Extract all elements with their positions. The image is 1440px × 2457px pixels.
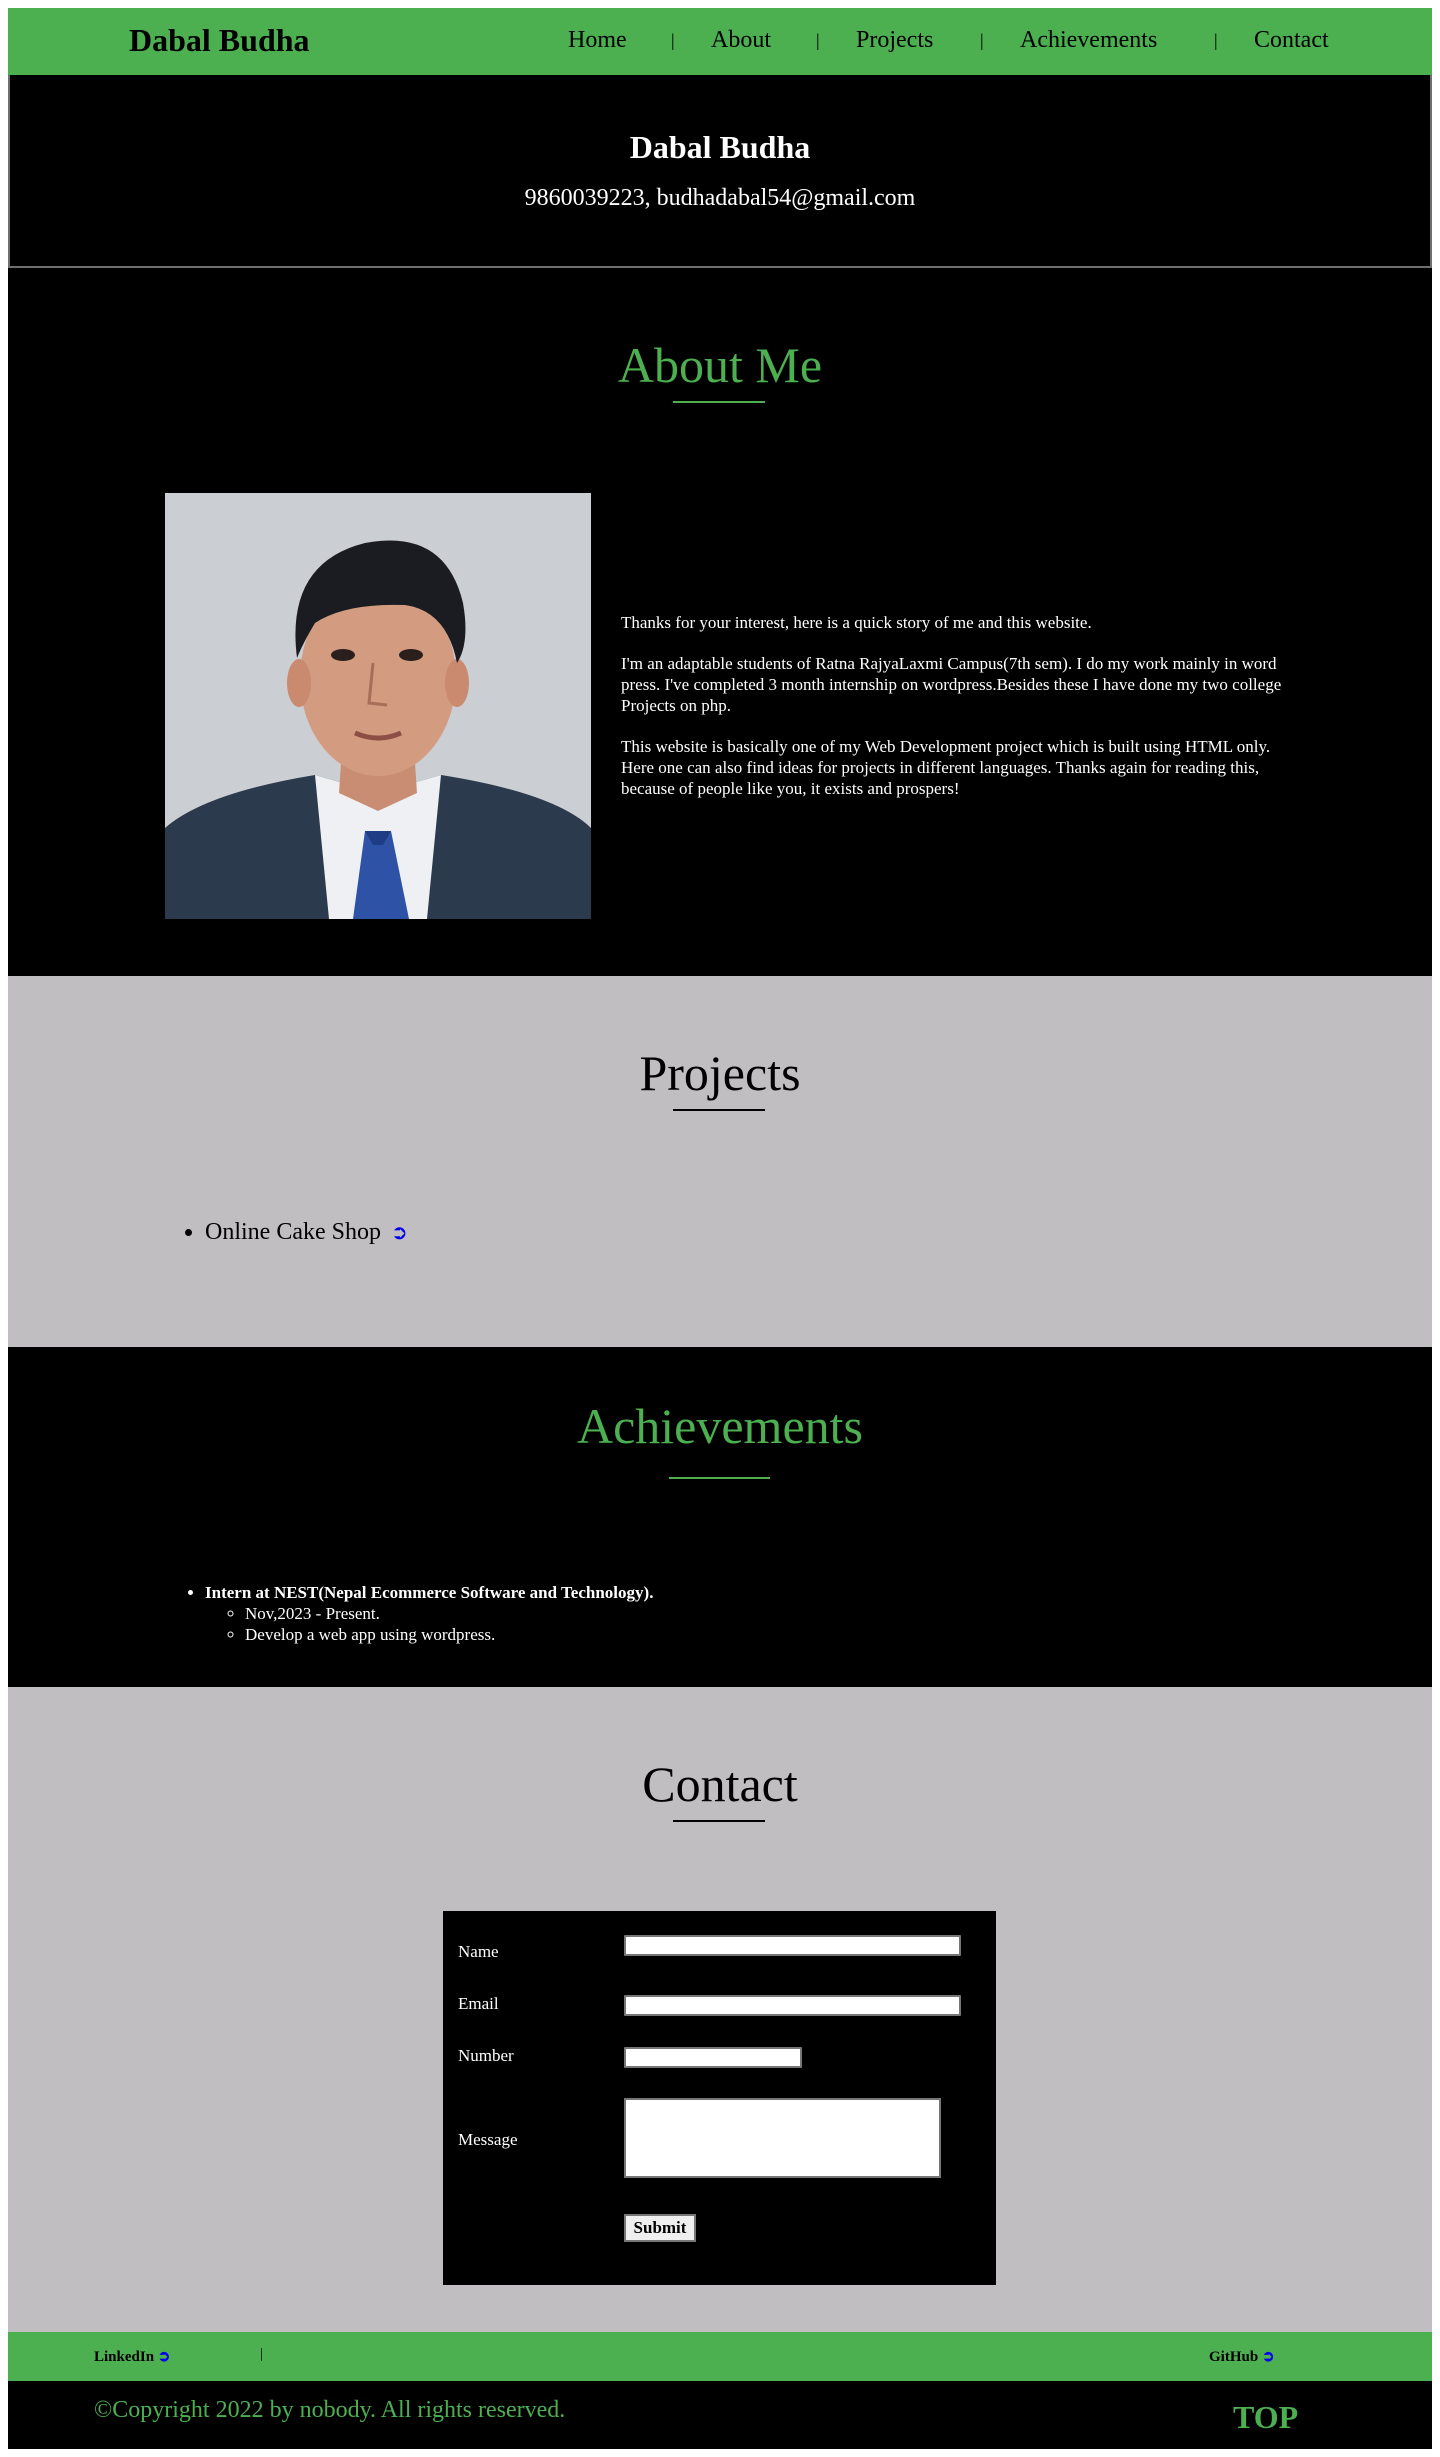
footer-separator: |	[260, 2346, 264, 2362]
about-title-underline	[673, 401, 765, 403]
nav-separator: |	[980, 30, 984, 50]
nav-link-contact[interactable]: Contact	[1254, 27, 1329, 54]
project-label: Online Cake Shop	[205, 1219, 381, 1245]
list-item: Develop a web app using wordpress.	[245, 1624, 653, 1645]
contact-section: Contact Name Email Number Message Submit	[8, 1687, 1432, 2332]
back-to-top-link[interactable]: TOP	[1233, 2399, 1298, 2436]
about-section: About Me Thanks for your interest, here …	[8, 268, 1432, 976]
profile-photo	[165, 493, 591, 919]
nav-separator: |	[1214, 30, 1218, 50]
footer-copyright-bar: ©Copyright 2022 by nobody. All rights re…	[8, 2381, 1432, 2449]
achievement-label: Intern at NEST(Nepal Ecommerce Software …	[205, 1583, 654, 1602]
nav-link-about[interactable]: About	[711, 27, 771, 54]
page: Dabal Budha Home | About | Projects | Ac…	[8, 8, 1432, 2449]
name-label: Name	[458, 1942, 499, 1961]
list-item: Online Cake Shop ➲	[205, 1219, 408, 1246]
about-paragraph: I'm an adaptable students of Ratna Rajya…	[621, 654, 1282, 715]
github-link[interactable]: GitHub ➲	[1209, 2347, 1275, 2366]
external-link-icon[interactable]: ➲	[158, 2349, 171, 2365]
external-link-icon[interactable]: ➲	[391, 1222, 408, 1244]
about-title: About Me	[617, 337, 823, 393]
message-label: Message	[458, 2130, 518, 2149]
projects-section: Projects Online Cake Shop ➲	[8, 976, 1432, 1347]
nav-link-achievements[interactable]: Achievements	[1020, 27, 1157, 54]
contact-form: Name Email Number Message Submit	[443, 1911, 996, 2285]
github-label[interactable]: GitHub	[1209, 2349, 1258, 2365]
profile-name: Dabal Budha	[629, 129, 811, 165]
achievement-details: Nov,2023 - Present. Develop a web app us…	[205, 1603, 653, 1645]
name-field[interactable]	[624, 1935, 961, 1956]
contact-title: Contact	[642, 1756, 798, 1812]
profile-contact: 9860039223, budhadabal54@gmail.com	[524, 185, 916, 211]
email-label: Email	[458, 1994, 499, 2013]
about-paragraph: This website is basically one of my Web …	[621, 737, 1271, 798]
message-field[interactable]	[624, 2098, 941, 2178]
projects-title-underline	[673, 1109, 765, 1111]
copyright-text: ©Copyright 2022 by nobody. All rights re…	[94, 2397, 566, 2423]
achievements-title: Achievements	[576, 1398, 863, 1454]
list-item: Nov,2023 - Present.	[245, 1603, 653, 1624]
linkedin-label[interactable]: LinkedIn	[94, 2349, 154, 2365]
submit-button[interactable]: Submit	[624, 2214, 696, 2242]
list-item: Intern at NEST(Nepal Ecommerce Software …	[205, 1582, 653, 1645]
number-label: Number	[458, 2046, 514, 2065]
profile-header: Dabal Budha 9860039223, budhadabal54@gma…	[8, 75, 1432, 268]
achievements-title-underline	[669, 1477, 770, 1479]
about-paragraph: Thanks for your interest, here is a quic…	[621, 613, 1092, 632]
contact-title-underline	[673, 1820, 765, 1822]
nav-separator: |	[816, 30, 820, 50]
achievements-list: Intern at NEST(Nepal Ecommerce Software …	[168, 1582, 653, 1645]
email-field[interactable]	[624, 1995, 961, 2016]
nav-link-home[interactable]: Home	[568, 27, 627, 54]
nav-link-projects[interactable]: Projects	[856, 27, 933, 54]
footer-links: LinkedIn ➲ | GitHub ➲	[8, 2332, 1432, 2381]
external-link-icon[interactable]: ➲	[1262, 2349, 1275, 2365]
achievements-section: Achievements Intern at NEST(Nepal Ecomme…	[8, 1347, 1432, 1687]
nav-separator: |	[671, 30, 675, 50]
linkedin-link[interactable]: LinkedIn ➲	[94, 2347, 170, 2366]
projects-list: Online Cake Shop ➲	[168, 1219, 408, 1246]
brand-name: Dabal Budha	[129, 22, 310, 58]
projects-title: Projects	[639, 1045, 801, 1101]
navbar: Dabal Budha Home | About | Projects | Ac…	[8, 8, 1432, 75]
number-field[interactable]	[624, 2047, 802, 2068]
about-text: Thanks for your interest, here is a quic…	[621, 612, 1301, 819]
